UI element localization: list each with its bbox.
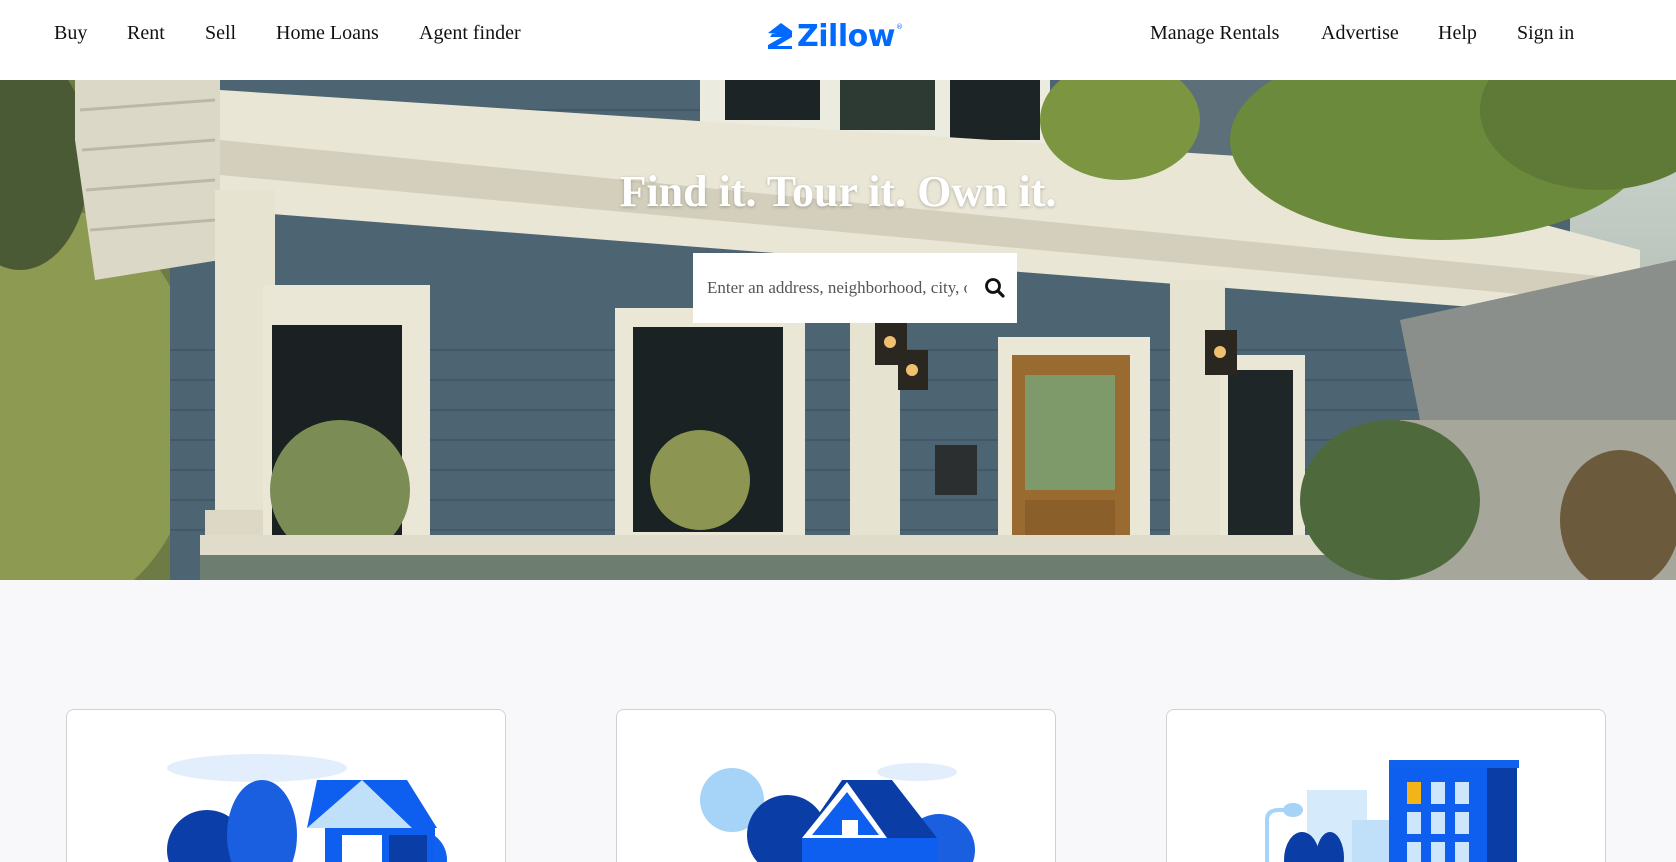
search-input[interactable] [707,253,967,323]
nav-sell[interactable]: Sell [205,22,236,45]
nav-agent-finder[interactable]: Agent finder [419,22,521,45]
house-photo [0,80,1676,580]
nav-advertise[interactable]: Advertise [1321,22,1399,45]
logo-wordmark: Zillow [797,18,895,54]
zillow-logo[interactable]: Zillow ® [766,18,903,54]
top-navigation: Buy Rent Sell Home Loans Agent finder Zi… [0,0,1676,80]
zillow-logo-icon [768,23,792,49]
sell-home-illustration [700,763,975,862]
nav-buy[interactable]: Buy [54,22,87,45]
nav-rent[interactable]: Rent [127,22,165,45]
sell-card[interactable] [616,709,1056,862]
search-box [693,253,1017,323]
nav-manage-rentals[interactable]: Manage Rentals [1150,22,1279,45]
rent-building-illustration [1265,760,1519,862]
rent-card[interactable] [1166,709,1606,862]
hero-banner: Find it. Tour it. Own it. [0,80,1676,580]
buy-home-illustration [167,754,447,862]
buy-card[interactable] [66,709,506,862]
search-button[interactable] [979,272,1011,304]
nav-help[interactable]: Help [1438,22,1477,45]
registered-mark: ® [895,23,903,31]
nav-home-loans[interactable]: Home Loans [276,22,379,45]
search-icon [985,278,1005,298]
nav-sign-in[interactable]: Sign in [1517,22,1574,45]
hero-title: Find it. Tour it. Own it. [619,167,1057,216]
